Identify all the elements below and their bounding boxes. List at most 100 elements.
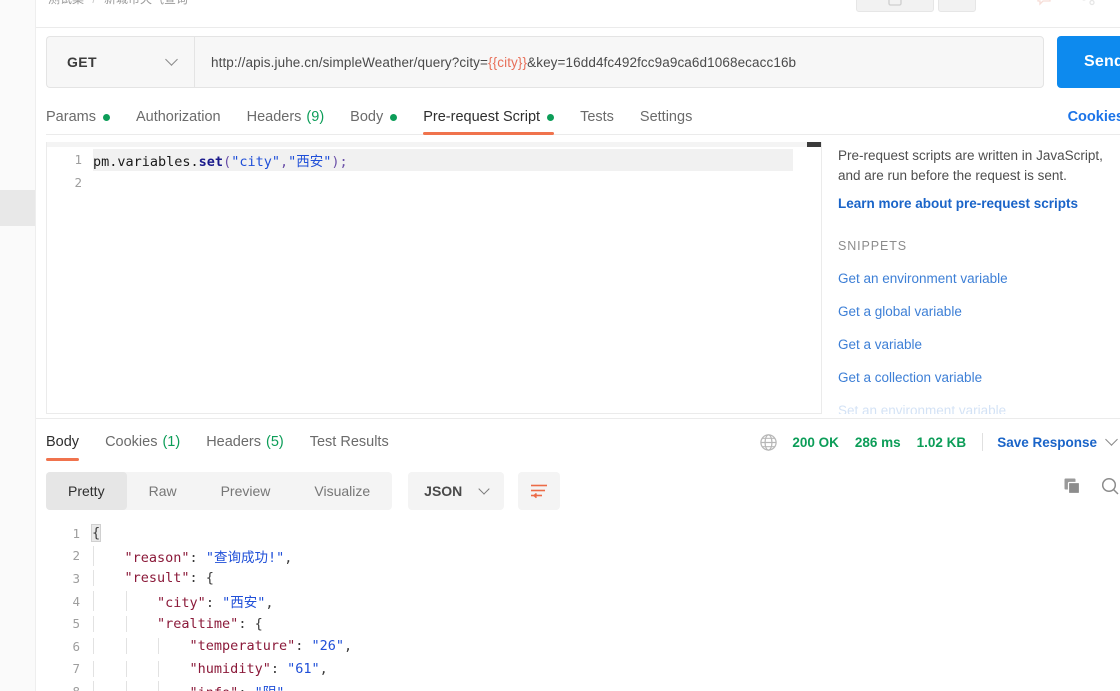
json-token: , (344, 638, 353, 655)
response-tab-headers[interactable]: Headers (5) (206, 425, 284, 459)
indent-guide (125, 591, 127, 612)
request-tab-pre-request-script[interactable]: Pre-request Script (423, 100, 555, 135)
pre-request-script-editor[interactable]: 1 pm.variables.set("city","西安"); 2 (46, 142, 822, 414)
globe-icon[interactable] (759, 433, 778, 452)
editor-line[interactable]: 1 pm.variables.set("city","西安"); (47, 148, 821, 171)
response-line-number: 6 (72, 638, 80, 654)
request-tab-tests[interactable]: Tests (580, 100, 614, 134)
request-tab-params[interactable]: Params (46, 100, 110, 134)
response-status-bar: 200 OK 286 ms 1.02 KB Save Response (759, 430, 1120, 454)
indent-guide (125, 660, 127, 677)
snippet-link-2[interactable]: Get a variable (838, 337, 1120, 352)
comment-icon (1037, 0, 1051, 6)
script-help-panel: Pre-request scripts are written in JavaS… (838, 146, 1120, 414)
response-line-number: 3 (72, 570, 80, 586)
json-token: { (90, 524, 102, 543)
response-tab-label: Cookies (105, 434, 158, 450)
cookies-link[interactable]: Cookies (1068, 100, 1120, 134)
editor-hscrollbar-thumb[interactable] (807, 142, 821, 147)
search-icon[interactable] (1100, 476, 1120, 496)
editor-line-number: 1 (74, 152, 82, 167)
status-code: 200 OK (792, 434, 839, 450)
share-button[interactable] (1070, 0, 1106, 12)
json-token: "info" (190, 685, 239, 691)
request-tab-label: Settings (639, 109, 693, 125)
indent-guide (93, 638, 94, 655)
indent-guide (158, 638, 159, 655)
request-tab-authorization[interactable]: Authorization (136, 100, 221, 134)
json-token: "reason" (124, 549, 190, 566)
snippets-list: Get an environment variable Get a global … (838, 271, 1120, 414)
json-token: "西安" (222, 595, 266, 612)
response-view-raw[interactable]: Raw (127, 472, 199, 510)
chevron-down-icon[interactable] (1105, 433, 1118, 446)
response-line-number: 7 (72, 661, 80, 677)
response-body-viewer[interactable]: 1{2 "reason": "查询成功!", 3 "result": {4 "ci… (46, 522, 1120, 691)
save-button[interactable] (856, 0, 934, 12)
response-divider (36, 418, 1120, 419)
code-token: ); (331, 153, 348, 170)
response-tab-cookies[interactable]: Cookies (1) (105, 425, 180, 459)
wrap-lines-button[interactable] (518, 472, 561, 510)
code-token: set (198, 153, 224, 170)
response-line: 8 "info": "阴" (46, 680, 1120, 691)
url-text: http://apis.juhe.cn/simpleWeather/query?… (211, 55, 796, 70)
snippets-heading: SNIPPETS (838, 239, 908, 253)
json-token: "26" (311, 638, 344, 655)
indent-guide (158, 660, 159, 677)
response-line: 1{ (46, 522, 1120, 545)
response-language-select[interactable]: JSON (408, 472, 505, 510)
code-token: "西安" (288, 153, 332, 170)
breadcrumb-request[interactable]: 新城市天气查询 (104, 0, 188, 6)
response-line-code: "info": "阴" (92, 681, 1120, 691)
save-dropdown-button[interactable] (938, 0, 976, 12)
request-tab-settings[interactable]: Settings (640, 100, 692, 134)
request-tab-headers[interactable]: Headers (9) (247, 100, 325, 134)
snippet-link-4[interactable]: Set an environment variable (838, 403, 1120, 414)
request-tabs: Params Authorization Headers (9) Body Pre-req… (46, 100, 1120, 135)
send-button[interactable]: Send (1057, 36, 1120, 88)
save-response-button[interactable]: Save Response (997, 435, 1097, 450)
modified-dot-icon (547, 113, 555, 121)
indent-guide (93, 681, 94, 691)
json-token: : (189, 549, 206, 566)
request-topbar: 测试集 / 新城市天气查询 (36, 0, 1120, 28)
editor-line[interactable]: 2 (47, 171, 821, 194)
copy-icon[interactable] (1062, 476, 1082, 496)
response-tab-test-results[interactable]: Test Results (310, 425, 389, 459)
response-line-code: { (90, 524, 1120, 543)
response-line: 5 "realtime": { (46, 612, 1120, 635)
response-tab-body[interactable]: Body (46, 425, 80, 461)
learn-more-link[interactable]: Learn more about pre-request scripts (838, 196, 1120, 211)
response-line-code: "realtime": { (92, 615, 1120, 632)
http-method-select[interactable]: GET (46, 36, 194, 88)
indent-guide (93, 615, 94, 632)
response-view-pretty[interactable]: Pretty (46, 472, 127, 510)
comment-button[interactable] (1026, 0, 1062, 12)
snippet-link-3[interactable]: Get a collection variable (838, 370, 1120, 385)
help-description: Pre-request scripts are written in JavaS… (838, 148, 1103, 183)
snippet-link-0[interactable]: Get an environment variable (838, 271, 1120, 286)
response-view-visualize[interactable]: Visualize (292, 472, 392, 510)
sidebar-rail-active-item[interactable] (0, 190, 35, 226)
indent-guide (125, 681, 127, 691)
response-view-preview[interactable]: Preview (199, 472, 293, 510)
request-tab-body[interactable]: Body (350, 100, 398, 134)
url-input[interactable]: http://apis.juhe.cn/simpleWeather/query?… (194, 36, 1044, 88)
json-token: , (265, 595, 274, 612)
url-variable: {{city}} (488, 54, 528, 70)
snippet-link-1[interactable]: Get a global variable (838, 304, 1120, 319)
url-suffix: &key=16dd4fc492fcc9a9ca6d1068ecacc16b (527, 54, 797, 70)
response-line-number: 1 (72, 525, 80, 541)
indent-guide (125, 638, 127, 655)
editor-hscrollbar-track[interactable] (47, 142, 821, 147)
response-line: 4 "city": "西安", (46, 590, 1120, 613)
response-format-bar: Pretty Raw Preview Visualize JSON (46, 472, 561, 510)
share-icon (1082, 0, 1095, 6)
breadcrumb-collection[interactable]: 测试集 (48, 0, 84, 6)
response-view-toggle: Pretty Raw Preview Visualize (46, 472, 393, 510)
